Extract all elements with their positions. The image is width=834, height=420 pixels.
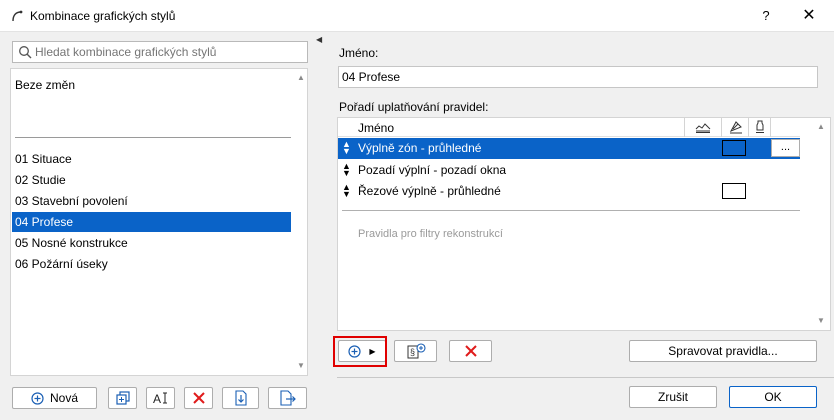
rules-header: Jméno [338,118,800,137]
scroll-down-arrow[interactable]: ▼ [296,361,306,371]
rename-button[interactable]: A [146,387,175,409]
pen-column-icon [754,120,766,137]
filter-rules-placeholder: Pravidla pro filtry rekonstrukcí [358,228,503,240]
drag-handle-icon[interactable]: ▲ ▼ [342,162,351,178]
new-button-label: Nová [49,391,78,405]
fill-column-icon [729,120,743,137]
rule-name: Výplně zón - průhledné [358,141,482,155]
rules-divider [342,210,800,211]
manage-rules-button[interactable]: Spravovat pravidla... [629,340,817,362]
cancel-button[interactable]: Zrušit [629,386,717,408]
rule-name: Řezové výplně - průhledné [358,184,501,198]
right-panel: Jméno: 04 Profese Pořadí uplatňování pra… [324,33,834,420]
name-label: Jméno: [339,46,379,60]
search-input[interactable] [35,44,303,60]
export-icon [279,390,297,406]
rules-table: Jméno ▲ ▼ Výplně zón - průhledné ... ▲ ▼ P… [337,117,831,331]
style-combination-list: Beze změn 01 Situace 02 Studie 03 Staveb… [10,68,308,376]
title-bar: Kombinace grafických stylů ? ✕ [0,0,834,32]
window-title: Kombinace grafických stylů [30,9,176,23]
rule-library-icon: § [406,343,426,359]
surface-column-icon [695,121,711,136]
list-item-no-change[interactable]: Beze změn [12,75,291,95]
app-icon [10,9,24,23]
duplicate-icon [115,390,131,406]
ok-button[interactable]: OK [729,386,817,408]
rule-row[interactable]: ▲ ▼ Pozadí výplní - pozadí okna [338,160,800,181]
search-icon [18,45,32,59]
column-header-name[interactable]: Jméno [358,121,394,135]
footer-divider [337,377,834,378]
drag-handle-icon[interactable]: ▲ ▼ [342,183,351,199]
close-button[interactable]: ✕ [792,4,826,28]
list-item[interactable]: 03 Stavební povolení [12,191,291,211]
delete-x-icon [192,391,206,405]
duplicate-button[interactable] [108,387,137,409]
rule-options-button[interactable]: ... [771,139,800,157]
scroll-up-arrow[interactable]: ▲ [816,122,826,132]
list-item[interactable]: 06 Požární úseky [12,254,291,274]
fill-swatch[interactable] [722,140,746,156]
add-rule-from-library-button[interactable]: § [394,340,437,362]
rule-row-selected[interactable]: ▲ ▼ Výplně zón - průhledné ... [338,138,800,159]
list-item-selected[interactable]: 04 Profese [12,212,291,232]
left-panel: Beze změn 01 Situace 02 Studie 03 Staveb… [0,33,314,420]
add-circle-icon [31,391,44,405]
list-item[interactable]: 01 Situace [12,149,291,169]
rule-name: Pozadí výplní - pozadí okna [358,163,507,177]
scroll-down-arrow[interactable]: ▼ [816,316,826,326]
order-label: Pořadí uplatňování pravidel: [339,100,489,114]
import-icon [233,390,249,406]
svg-text:§: § [410,347,415,357]
drag-handle-icon[interactable]: ▲ ▼ [342,140,351,156]
svg-text:A: A [153,392,161,406]
export-button[interactable] [268,387,307,409]
import-button[interactable] [222,387,259,409]
list-item[interactable]: 02 Studie [12,170,291,190]
scroll-up-arrow[interactable]: ▲ [296,73,306,83]
help-button[interactable]: ? [752,4,780,28]
new-button[interactable]: Nová [12,387,97,409]
rename-icon: A [152,390,170,406]
fill-swatch[interactable] [722,183,746,199]
collapse-left-icon[interactable]: ◀ [316,35,322,44]
name-field[interactable]: 04 Profese [338,66,818,88]
rule-row[interactable]: ▲ ▼ Řezové výplně - průhledné [338,181,800,202]
list-separator [15,137,291,138]
list-item[interactable]: 05 Nosné konstrukce [12,233,291,253]
panel-splitter[interactable]: ◀ [314,33,324,420]
delete-rule-button[interactable] [449,340,492,362]
delete-x-icon [464,344,478,358]
search-box[interactable] [12,41,308,63]
delete-button[interactable] [184,387,213,409]
highlight-box [333,336,387,367]
